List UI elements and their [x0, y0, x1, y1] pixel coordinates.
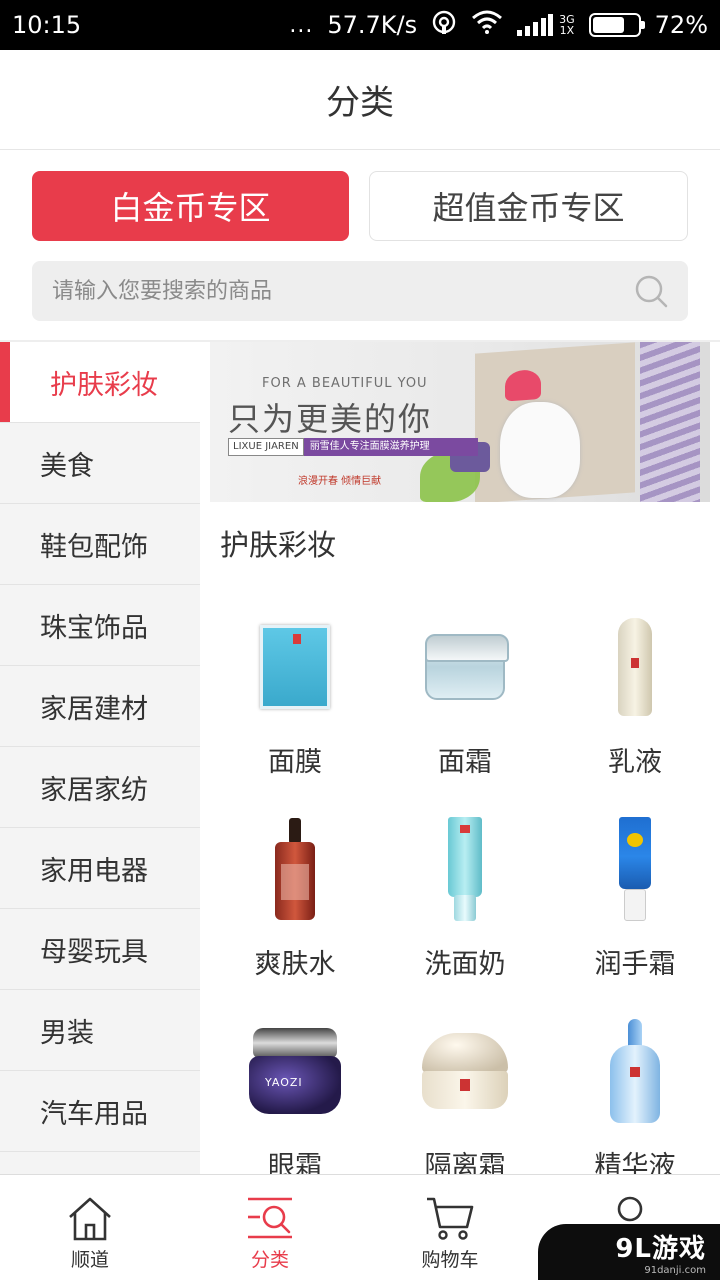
product-item[interactable]: 面膜	[210, 592, 380, 792]
status-time: 10:15	[12, 11, 82, 39]
sidebar-item-menswear[interactable]: 男装	[0, 990, 200, 1071]
product-label: 洗面奶	[424, 949, 506, 980]
sidebar-item-baby-toys[interactable]: 母婴玩具	[0, 909, 200, 990]
watermark-url: 91danji.com	[644, 1265, 706, 1276]
hotspot-icon	[431, 9, 457, 41]
sidebar-item-auto[interactable]: 汽车用品	[0, 1071, 200, 1152]
status-bar: 10:15 ... 57.7K/s 3G 1X 72%	[0, 0, 720, 50]
banner-subline: 浪漫开春 倾情巨献	[298, 476, 382, 487]
sidebar-item-appliances[interactable]: 家用电器	[0, 828, 200, 909]
page-title: 分类	[326, 83, 394, 123]
signal-icon: 3G 1X	[517, 14, 575, 36]
product-item[interactable]: 洗面奶	[380, 794, 550, 994]
product-item[interactable]: 乳液	[550, 592, 720, 792]
cream-jar-icon	[415, 612, 515, 722]
network-speed: 57.7K/s	[327, 11, 418, 39]
network-type: 3G 1X	[559, 14, 575, 36]
network-type-bottom: 1X	[559, 24, 575, 37]
promo-banner[interactable]: FOR A BEAUTIFUL YOU 只为更美的你 LIXUE JIAREN …	[210, 342, 710, 502]
category-search-icon	[245, 1193, 295, 1243]
product-item[interactable]: 爽肤水	[210, 794, 380, 994]
home-icon	[65, 1193, 115, 1243]
banner-english: FOR A BEAUTIFUL YOU	[262, 376, 428, 391]
serum-bottle-icon	[585, 1016, 685, 1126]
cart-icon	[425, 1193, 475, 1243]
category-content: FOR A BEAUTIFUL YOU 只为更美的你 LIXUE JIAREN …	[210, 342, 720, 1174]
product-label: 润手霜	[594, 949, 676, 980]
face-mask-image	[500, 402, 580, 498]
category-sidebar: 护肤彩妆 美食 鞋包配饰 珠宝饰品 家居建材 家居家纺 家用电器 母婴玩具 男装…	[0, 342, 200, 1174]
nav-label: 购物车	[421, 1249, 479, 1271]
cleanser-tube-icon	[415, 814, 515, 924]
wifi-icon	[471, 10, 503, 40]
product-label: 隔离霜	[424, 1151, 506, 1174]
nav-item-cart[interactable]: 购物车	[360, 1175, 540, 1280]
product-item[interactable]: 隔离霜	[380, 996, 550, 1174]
product-item[interactable]: 眼霜	[210, 996, 380, 1174]
section-title: 护肤彩妆	[220, 528, 337, 562]
banner-tagline: 丽雪佳人专注面膜滋养护理	[303, 438, 478, 456]
product-label: 精华液	[594, 1151, 676, 1174]
status-dots: ...	[289, 12, 314, 38]
battery-percent: 72%	[654, 11, 708, 39]
site-watermark: 9L游戏 91danji.com	[538, 1224, 720, 1280]
status-right: ... 57.7K/s 3G 1X 72%	[289, 9, 708, 41]
product-label: 面膜	[268, 747, 322, 778]
battery-fill	[592, 17, 625, 33]
nav-item-category[interactable]: 分类	[180, 1175, 360, 1280]
sidebar-item-home-textile[interactable]: 家居家纺	[0, 747, 200, 828]
eye-cream-icon	[245, 1016, 345, 1126]
watermark-logo: 9L游戏	[615, 1234, 706, 1264]
value-coin-zone-button[interactable]: 超值金币专区	[369, 171, 688, 241]
product-item[interactable]: 精华液	[550, 996, 720, 1174]
product-label: 爽肤水	[254, 949, 336, 980]
hand-cream-icon	[585, 814, 685, 924]
nav-item-home[interactable]: 顺道	[0, 1175, 180, 1280]
face-mask-icon	[245, 612, 345, 722]
battery-icon	[588, 13, 645, 37]
product-label: 乳液	[608, 747, 662, 778]
lavender-decoration	[640, 342, 700, 502]
sidebar-item-food[interactable]: 美食	[0, 423, 200, 504]
toner-bottle-icon	[245, 814, 345, 924]
nav-label: 分类	[250, 1249, 289, 1271]
primer-jar-icon	[415, 1016, 515, 1126]
banner-brand: LIXUE JIAREN	[228, 438, 304, 456]
search-input[interactable]	[52, 278, 634, 304]
product-item[interactable]: 润手霜	[550, 794, 720, 994]
lotion-bottle-icon	[585, 612, 685, 722]
search-bar[interactable]	[32, 261, 688, 321]
search-icon[interactable]	[634, 274, 668, 308]
sidebar-item-skincare[interactable]: 护肤彩妆	[0, 342, 200, 423]
butterfly-icon	[505, 368, 541, 402]
zone-switcher: 白金币专区 超值金币专区	[32, 171, 688, 241]
sidebar-item-home-building[interactable]: 家居建材	[0, 666, 200, 747]
banner-headline: 只为更美的你	[228, 400, 433, 438]
page-header: 分类	[0, 50, 720, 150]
product-item[interactable]: 面霜	[380, 592, 550, 792]
nav-label: 顺道	[70, 1249, 109, 1271]
platinum-coin-zone-button[interactable]: 白金币专区	[32, 171, 349, 241]
sidebar-item-shoes-bags[interactable]: 鞋包配饰	[0, 504, 200, 585]
sidebar-item-jewelry[interactable]: 珠宝饰品	[0, 585, 200, 666]
product-label: 眼霜	[268, 1151, 322, 1174]
product-label: 面霜	[438, 747, 492, 778]
banner-brand-bar: LIXUE JIAREN 丽雪佳人专注面膜滋养护理	[228, 438, 478, 456]
